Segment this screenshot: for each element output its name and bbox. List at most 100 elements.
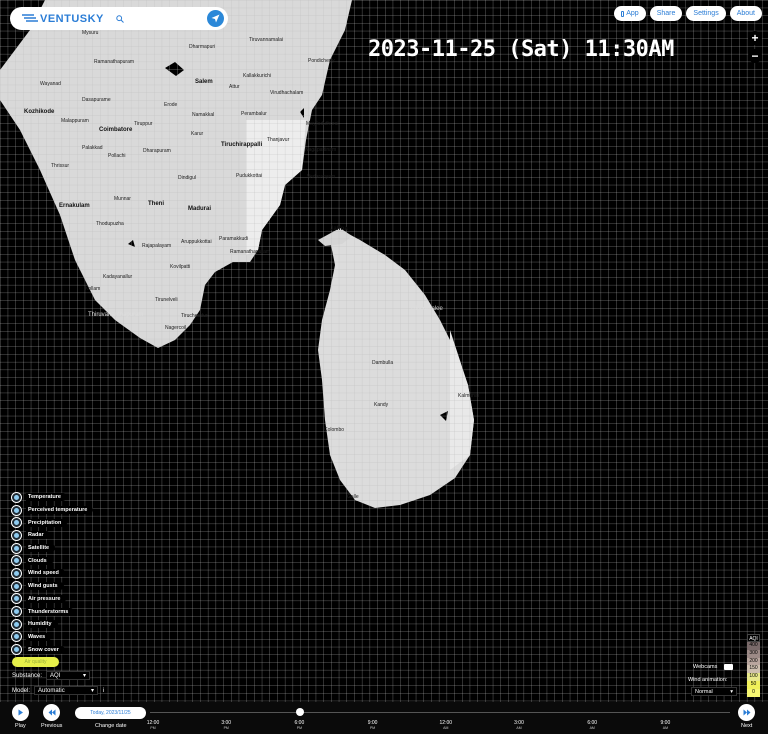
fast-forward-icon [743,709,750,716]
legend-value: 0 [747,688,760,697]
app-button[interactable]: App [614,6,646,21]
place-label: Theni [148,201,164,207]
place-label: Thanjavur [267,137,290,143]
layer-label: Precipitation [26,518,68,527]
settings-button[interactable]: Settings [686,6,726,21]
raindrop-icon [11,517,22,529]
chevron-down-icon: ▾ [91,688,95,694]
tick-ampm: PM [150,726,156,730]
model-info-button[interactable]: i [103,688,104,694]
timeline-bar: Play Previous Today, 2023/11/25 Change d… [0,702,768,734]
timeline-tick[interactable]: 6:00 PM [287,721,311,731]
layer-item[interactable]: Clouds [11,554,93,567]
timeline-tick[interactable]: 3:00 PM [214,721,238,731]
chevron-down-icon: ▾ [83,673,87,679]
substance-label: Substance: [12,672,43,679]
webcams-toggle-row[interactable]: Webcams [693,664,734,670]
locate-button[interactable] [207,10,224,27]
place-label: Kallakkurichi [243,73,272,79]
place-label: Kandy [374,402,389,408]
next-button[interactable] [738,704,755,721]
place-label: Dindigul [178,175,197,181]
place-label: Karur [191,131,204,137]
about-button[interactable]: About [729,6,762,21]
share-button-label: Share [656,10,676,17]
change-date-label: Change date [95,723,127,729]
model-row: Model: Automatic ▾ i [12,686,104,695]
timeline-tick[interactable]: 6:00 AM [580,721,604,731]
play-button[interactable] [12,704,29,721]
place-label: Kadayanallur [103,274,133,280]
share-button[interactable]: Share [649,6,683,21]
legend-value: 300 [747,649,760,658]
ventusky-logo[interactable]: VENTUSKY [22,13,104,25]
previous-button[interactable] [43,704,60,721]
place-label: Kollam [85,286,101,292]
place-label: Dambulla [372,360,394,366]
place-label: Colombo [324,427,345,433]
layer-item[interactable]: Air pressure [11,593,93,606]
legend-value: 200 [747,657,760,666]
radar-icon [11,529,22,541]
place-label: Madurai [188,206,212,212]
place-label: Ernakulam [59,203,90,209]
snowflake-icon [11,644,22,656]
layer-item[interactable]: Wind speed [11,567,93,580]
app-button-label: App [626,10,639,17]
substance-value: AQI [50,672,61,679]
layer-item[interactable]: Wind gusts [11,580,93,593]
layer-item[interactable]: Humidity [11,618,93,631]
layer-item[interactable]: Precipitation [11,516,93,529]
navigation-arrow-icon [211,14,220,23]
zoom-in-button[interactable]: + [748,31,762,45]
place-label: Malappuram [61,118,89,124]
timeline-track[interactable] [150,712,730,713]
person-thermometer-icon [11,504,22,516]
layer-item[interactable]: Perceived temperature [11,504,94,517]
layer-item[interactable]: Radar [11,529,93,542]
zoom-out-button[interactable]: − [748,49,762,63]
timeline-tick[interactable]: 12:00 AM [434,721,458,731]
timeline-tick[interactable]: 12:00 PM [141,721,165,731]
place-label: Ramanathapuram [230,249,271,255]
layer-item[interactable]: Thunderstorms [11,605,93,618]
place-label: Kalmunai [458,393,479,399]
layer-item[interactable]: Waves [11,631,93,644]
logo-text: VENTUSKY [40,12,104,25]
aqi-legend: AQI 400 300 200 150 100 50 0 [747,634,760,697]
wind-animation-select[interactable]: Normal ▾ [691,687,737,696]
substance-select[interactable]: AQI ▾ [46,671,91,680]
legend-value: 100 [747,673,760,681]
layer-item[interactable]: Temperature [11,491,93,504]
timeline-tick[interactable]: 9:00 AM [653,721,677,731]
place-label: Dharmapuri [189,44,216,50]
place-label: Rajapalayam [142,243,172,249]
timeline-handle[interactable] [296,708,304,716]
search-bar[interactable]: VENTUSKY [10,7,228,30]
weather-map[interactable] [0,0,768,734]
place-label: Vedaranyam [307,174,336,180]
legend-value: 150 [747,665,760,674]
layer-label: Clouds [26,556,53,565]
place-label: Erode [164,102,178,108]
search-input[interactable] [124,7,207,30]
layer-item[interactable]: Snow cover [11,643,93,656]
wind-animation-label: Wind animation: [688,677,728,683]
place-label: Pondicherry [308,58,335,64]
timeline-tick[interactable]: 3:00 AM [507,721,531,731]
change-date-button[interactable]: Today, 2023/11/25 [75,707,146,719]
air-quality-layer-button[interactable]: Air quality [12,657,59,667]
place-label: Namakkal [192,112,215,118]
place-label: Nagapattinam [305,147,337,153]
webcam-icon[interactable] [724,664,734,670]
model-select[interactable]: Automatic ▾ [34,686,99,695]
place-label: Pudukkottai [236,173,263,179]
layer-item[interactable]: Satellite [11,542,93,555]
layer-label: Wind gusts [26,582,64,591]
timeline-tick[interactable]: 9:00 PM [361,721,385,731]
place-label: Nagercoil [165,325,187,331]
place-label: Tiruchendur [181,313,208,319]
layer-menu: Temperature Perceived temperature Precipit… [11,491,94,656]
legend-value: 50 [747,680,760,689]
place-label: Paramakkudi [219,236,249,242]
